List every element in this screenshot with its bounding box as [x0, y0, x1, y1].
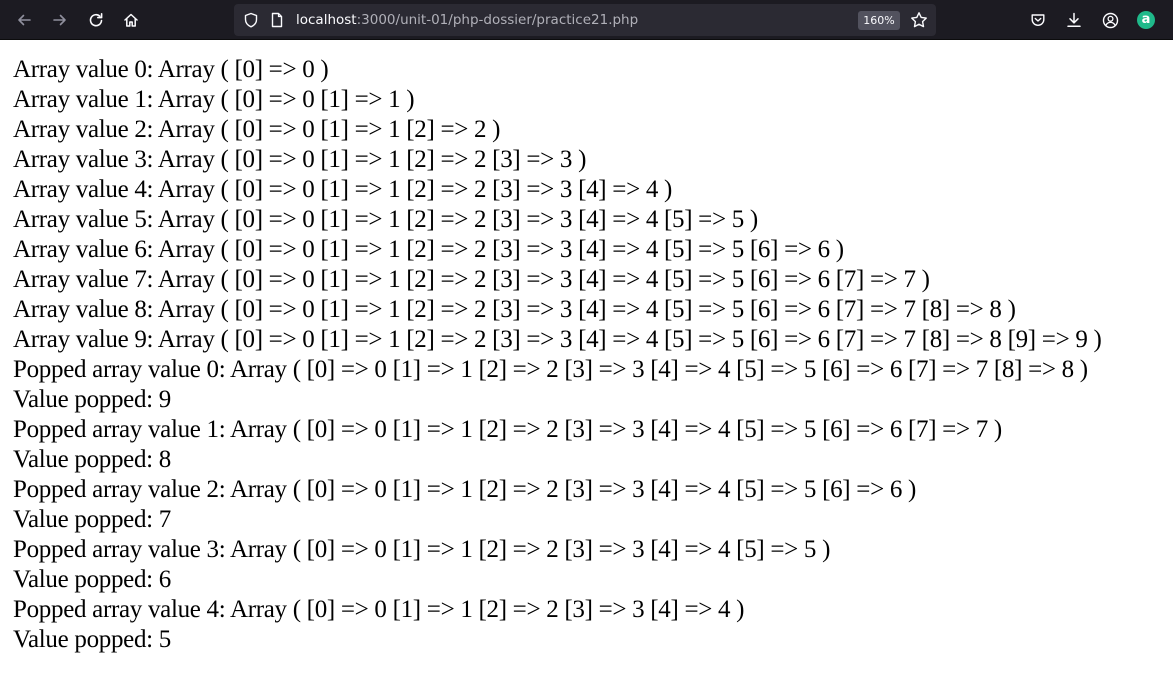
pocket-button[interactable] [1024, 6, 1052, 34]
back-button[interactable] [10, 6, 38, 34]
output-line: Array value 7: Array ( [0] => 0 [1] => 1… [13, 266, 930, 293]
pocket-icon [1030, 12, 1046, 28]
output-line: Array value 2: Array ( [0] => 0 [1] => 1… [13, 116, 501, 143]
output-line: Value popped: 7 [13, 506, 171, 533]
output-line: Popped array value 4: Array ( [0] => 0 [… [13, 596, 745, 623]
output-line: Value popped: 8 [13, 446, 171, 473]
output-line: Array value 4: Array ( [0] => 0 [1] => 1… [13, 176, 673, 203]
extension-icon: a [1137, 11, 1155, 29]
reload-button[interactable] [82, 6, 110, 34]
extension-letter: a [1141, 12, 1151, 27]
page-info-icon[interactable] [270, 12, 284, 33]
url-host: localhost [296, 12, 357, 28]
output-line: Value popped: 5 [13, 626, 171, 653]
downloads-button[interactable] [1060, 6, 1088, 34]
reload-icon [88, 12, 104, 28]
url-bar[interactable]: localhost:3000/unit-01/php-dossier/pract… [234, 4, 936, 36]
account-icon [1102, 12, 1119, 29]
output-line: Array value 3: Array ( [0] => 0 [1] => 1… [13, 146, 587, 173]
output-line: Popped array value 2: Array ( [0] => 0 [… [13, 476, 916, 503]
output-line: Popped array value 0: Array ( [0] => 0 [… [13, 356, 1088, 383]
output-line: Array value 1: Array ( [0] => 0 [1] => 1… [13, 86, 415, 113]
download-icon [1066, 12, 1082, 28]
forward-button[interactable] [46, 6, 74, 34]
browser-toolbar: localhost:3000/unit-01/php-dossier/pract… [0, 0, 1173, 40]
output-line: Popped array value 3: Array ( [0] => 0 [… [13, 536, 831, 563]
home-icon [123, 12, 139, 28]
output-line: Value popped: 9 [13, 386, 171, 413]
output-line: Array value 0: Array ( [0] => 0 ) [13, 56, 329, 83]
zoom-level-badge[interactable]: 160% [858, 11, 900, 30]
forward-arrow-icon [52, 12, 68, 28]
back-arrow-icon [16, 12, 32, 28]
output-line: Array value 5: Array ( [0] => 0 [1] => 1… [13, 206, 758, 233]
page-content: Array value 0: Array ( [0] => 0 ) Array v… [13, 55, 1168, 655]
output-line: Array value 6: Array ( [0] => 0 [1] => 1… [13, 236, 844, 263]
url-text[interactable]: localhost:3000/unit-01/php-dossier/pract… [296, 4, 638, 36]
home-button[interactable] [117, 6, 145, 34]
output-line: Array value 9: Array ( [0] => 0 [1] => 1… [13, 326, 1102, 353]
shield-icon[interactable] [243, 12, 259, 33]
account-button[interactable] [1096, 6, 1124, 34]
output-line: Value popped: 6 [13, 566, 171, 593]
bookmark-star-icon[interactable] [910, 11, 928, 34]
output-line: Popped array value 1: Array ( [0] => 0 [… [13, 416, 1002, 443]
output-line: Array value 8: Array ( [0] => 0 [1] => 1… [13, 296, 1016, 323]
url-path: :3000/unit-01/php-dossier/practice21.php [356, 12, 639, 28]
extension-button[interactable]: a [1132, 6, 1160, 34]
